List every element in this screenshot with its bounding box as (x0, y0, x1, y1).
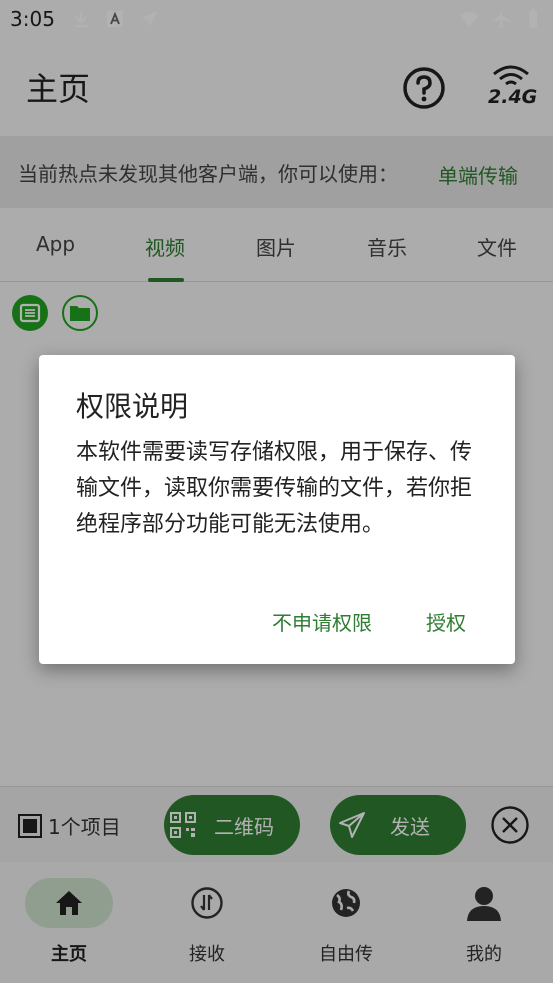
permission-dialog: 权限说明 本软件需要读写存储权限，用于保存、传输文件，读取你需要传输的文件，若你… (39, 355, 515, 664)
dialog-body: 本软件需要读写存储权限，用于保存、传输文件，读取你需要传输的文件，若你拒绝程序部… (76, 440, 473, 537)
dialog-title: 权限说明 (76, 390, 189, 423)
deny-permission-button[interactable]: 不申请权限 (272, 607, 372, 636)
grant-permission-button[interactable]: 授权 (426, 607, 466, 636)
